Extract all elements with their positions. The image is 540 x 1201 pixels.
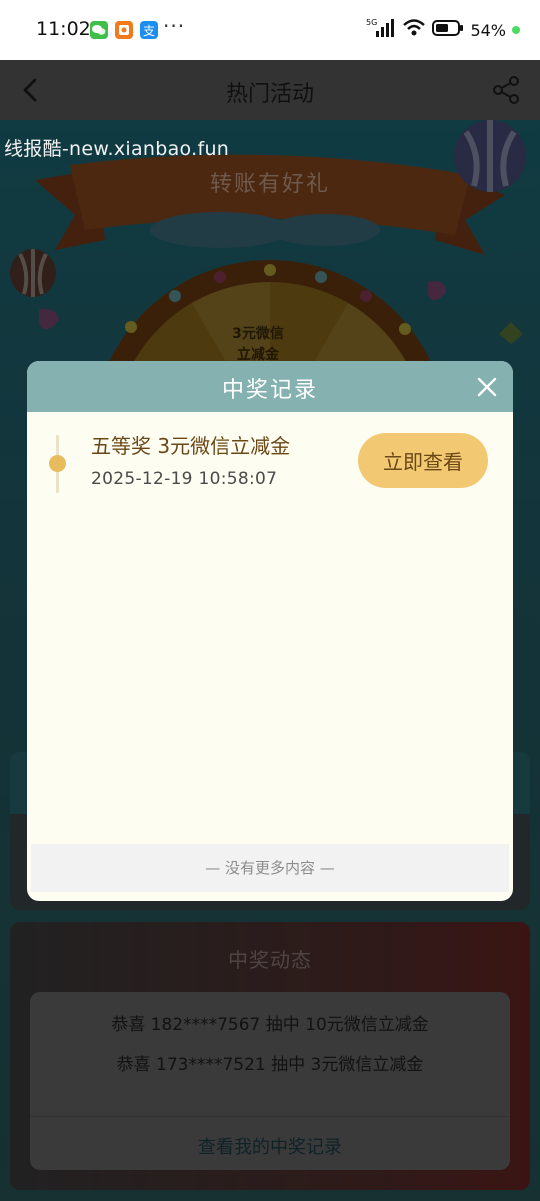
status-bar: 11:02 支 ··· 5G 54% [0,0,540,60]
record-timestamp: 2025-12-19 10:58:07 [91,469,278,489]
no-more-content-label: — 没有更多内容 — [31,844,509,892]
app-notification-icon [115,21,133,39]
status-time: 11:02 [36,18,91,40]
close-icon [477,377,497,397]
record-prize-name: 五等奖 3元微信立减金 [91,434,291,458]
wifi-icon [402,18,426,42]
wechat-icon [90,21,108,39]
network-type-label: 5G [366,18,377,27]
battery-percent: 54% [470,20,506,40]
battery-icon [432,19,464,41]
more-notifications-icon: ··· [163,14,186,38]
view-now-button[interactable]: 立即查看 [358,433,488,488]
modal-title: 中奖记录 [221,378,318,403]
privacy-indicator-dot [512,26,520,34]
alipay-icon: 支 [140,21,158,39]
signal-icon: 5G [366,17,396,43]
modal-header: 中奖记录 [27,361,513,412]
watermark-text: 线报酷-new.xianbao.fun [4,138,230,160]
svg-text:支: 支 [143,24,155,38]
close-button[interactable] [469,369,505,405]
timeline-dot [49,455,66,472]
prize-records-modal: 中奖记录 五等奖 3元微信立减金 2025-12-19 10:58:07 立即查… [27,361,513,901]
